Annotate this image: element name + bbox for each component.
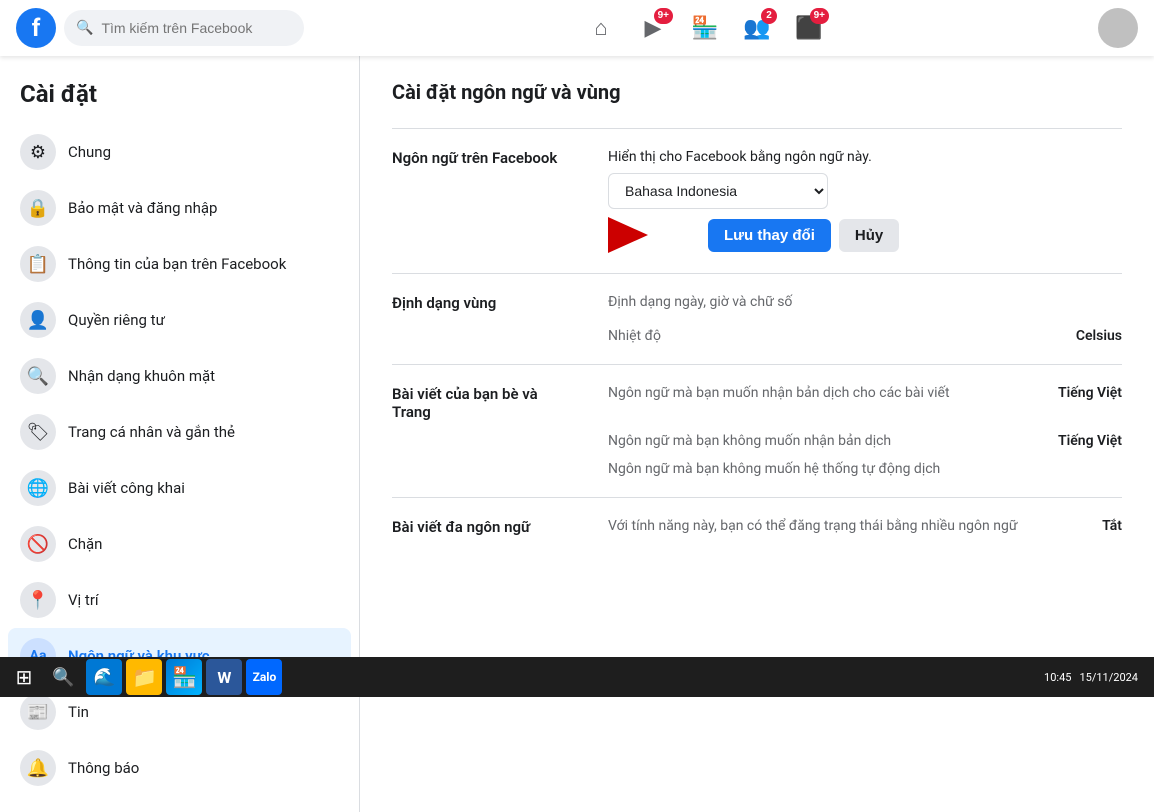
trang-ca-nhan-icon: 🏷 xyxy=(20,414,56,450)
taskbar: ⊞ 🔍 🌊 📁 🏪 W Zalo 10:45 15/11/2024 xyxy=(0,657,1154,697)
nav-icons-group: ⌂ ▶ 9+ 🏪 👥 2 ⬛ 9+ xyxy=(320,4,1090,52)
dinh-dang-vung-label: Định dạng vùng xyxy=(392,294,592,312)
files-icon: 📁 xyxy=(132,665,157,689)
nhan-dang-icon: 🔍 xyxy=(20,358,56,394)
red-arrow-annotation xyxy=(608,217,688,253)
search-icon: 🔍 xyxy=(76,20,93,36)
section-dinh-dang-vung: Định dạng vùng Định dạng ngày, giờ và ch… xyxy=(392,273,1122,364)
bai-viet-ban-be-value: Tiếng Việt xyxy=(1058,385,1122,421)
home-nav-button[interactable]: ⌂ xyxy=(577,4,625,52)
avatar[interactable] xyxy=(1098,8,1138,48)
edge-taskbar-button[interactable]: 🌊 xyxy=(86,659,122,695)
bai-viet-da-ngon-ngu-label: Bài viết đa ngôn ngữ xyxy=(392,518,592,536)
facebook-logo[interactable]: f xyxy=(16,8,56,48)
sidebar-item-bai-viet-cong-khai[interactable]: 🌐 Bài viết công khai xyxy=(8,460,351,516)
bai-viet-ban-be-desc2: Ngôn ngữ mà bạn không muốn nhận bản dịch xyxy=(608,433,1042,449)
video-badge: 9+ xyxy=(654,8,673,24)
sidebar: Cài đặt ⚙ Chung 🔒 Bảo mật và đăng nhập 📋… xyxy=(0,56,360,812)
bao-mat-icon: 🔒 xyxy=(20,190,56,226)
search-bar[interactable]: 🔍 xyxy=(64,10,304,46)
bai-viet-da-ngon-ngu-desc: Với tính năng này, bạn có thể đăng trạng… xyxy=(608,518,1086,534)
bai-viet-da-ngon-ngu-value: Tắt xyxy=(1102,518,1122,534)
sidebar-item-label: Bảo mật và đăng nhập xyxy=(68,199,217,217)
ngon-ngu-hint: Hiển thị cho Facebook bằng ngôn ngữ này. xyxy=(608,149,1122,165)
sidebar-item-trang-ca-nhan[interactable]: 🏷 Trang cá nhân và gắn thẻ xyxy=(8,404,351,460)
start-button[interactable]: ⊞ xyxy=(8,661,40,693)
top-navigation: f 🔍 ⌂ ▶ 9+ 🏪 👥 2 ⬛ 9+ xyxy=(0,0,1154,56)
sidebar-item-label: Vị trí xyxy=(68,591,99,609)
sidebar-item-thong-bao[interactable]: 🔔 Thông báo xyxy=(8,740,351,796)
friends-nav-button[interactable]: 👥 2 xyxy=(733,4,781,52)
bai-viet-ban-be-desc: Ngôn ngữ mà bạn muốn nhận bản dịch cho c… xyxy=(608,385,1042,421)
nav-right xyxy=(1098,8,1138,48)
sidebar-item-label: Chung xyxy=(68,143,111,161)
page-layout: Cài đặt ⚙ Chung 🔒 Bảo mật và đăng nhập 📋… xyxy=(0,56,1154,812)
sidebar-item-chan[interactable]: 🚫 Chặn xyxy=(8,516,351,572)
sidebar-item-label: Quyền riêng tư xyxy=(68,311,165,329)
search-taskbar-icon: 🔍 xyxy=(52,667,74,688)
section-bai-viet-da-ngon-ngu: Bài viết đa ngôn ngữ Với tính năng này, … xyxy=(392,497,1122,556)
marketplace-icon: 🏪 xyxy=(691,15,718,41)
zalo-taskbar-button[interactable]: Zalo xyxy=(246,659,282,695)
section-bai-viet-ban-be: Bài viết của bạn bè và Trang Ngôn ngữ mà… xyxy=(392,364,1122,497)
friends-badge: 2 xyxy=(761,8,777,24)
sidebar-item-label: Thông tin của bạn trên Facebook xyxy=(68,255,286,273)
save-button[interactable]: Lưu thay đổi xyxy=(708,219,831,252)
language-dropdown[interactable]: Bahasa Indonesia Tiếng Việt English (US) xyxy=(608,173,828,209)
zalo-icon: Zalo xyxy=(253,670,277,684)
files-taskbar-button[interactable]: 📁 xyxy=(126,659,162,695)
sidebar-item-label: Trang cá nhân và gắn thẻ xyxy=(68,423,235,441)
ngon-ngu-label: Ngôn ngữ trên Facebook xyxy=(392,149,592,167)
bai-viet-ban-be-value2: Tiếng Việt xyxy=(1058,433,1122,449)
ngon-ngu-content: Hiển thị cho Facebook bằng ngôn ngữ này.… xyxy=(608,149,1122,253)
word-taskbar-button[interactable]: W xyxy=(206,659,242,695)
taskbar-date: 15/11/2024 xyxy=(1079,671,1138,684)
page-title: Cài đặt ngôn ngữ và vùng xyxy=(392,80,1122,104)
sidebar-item-bao-mat[interactable]: 🔒 Bảo mật và đăng nhập xyxy=(8,180,351,236)
section-ngon-ngu: Ngôn ngữ trên Facebook Hiển thị cho Face… xyxy=(392,128,1122,273)
dinh-dang-vung-hint: Định dạng ngày, giờ và chữ số xyxy=(608,294,1106,312)
bai-viet-ban-be-desc3: Ngôn ngữ mà bạn không muốn hệ thống tự đ… xyxy=(608,461,1106,477)
chung-icon: ⚙ xyxy=(20,134,56,170)
sidebar-item-label: Tin xyxy=(68,703,89,721)
thong-bao-icon: 🔔 xyxy=(20,750,56,786)
search-input[interactable] xyxy=(101,20,292,36)
sidebar-item-nhan-dang[interactable]: 🔍 Nhận dạng khuôn mặt xyxy=(8,348,351,404)
vi-tri-icon: 📍 xyxy=(20,582,56,618)
sidebar-item-vi-tri[interactable]: 📍 Vị trí xyxy=(8,572,351,628)
video-nav-button[interactable]: ▶ 9+ xyxy=(629,4,677,52)
sidebar-item-thong-tin[interactable]: 📋 Thông tin của bạn trên Facebook xyxy=(8,236,351,292)
nhiet-do-label: Nhiệt độ xyxy=(608,328,1060,344)
store-taskbar-button[interactable]: 🏪 xyxy=(166,659,202,695)
sidebar-item-label: Nhận dạng khuôn mặt xyxy=(68,367,215,385)
sidebar-item-chung[interactable]: ⚙ Chung xyxy=(8,124,351,180)
sidebar-title: Cài đặt xyxy=(8,72,351,124)
store-icon: 🏪 xyxy=(172,665,197,689)
nhiet-do-value: Celsius xyxy=(1076,328,1122,344)
bai-viet-ban-be-label: Bài viết của bạn bè và Trang xyxy=(392,385,592,421)
taskbar-clock: 10:45 15/11/2024 xyxy=(1044,671,1146,684)
tin-icon: 📰 xyxy=(20,694,56,730)
search-taskbar-button[interactable]: 🔍 xyxy=(44,661,82,693)
sidebar-item-label: Thông báo xyxy=(68,759,139,777)
home-icon: ⌂ xyxy=(594,15,607,41)
marketplace-nav-button[interactable]: 🏪 xyxy=(681,4,729,52)
quyen-rieng-tu-icon: 👤 xyxy=(20,302,56,338)
pages-nav-button[interactable]: ⬛ 9+ xyxy=(785,4,833,52)
edge-icon: 🌊 xyxy=(93,667,115,688)
word-icon: W xyxy=(217,668,231,687)
taskbar-time: 10:45 xyxy=(1044,671,1071,684)
cancel-button[interactable]: Hủy xyxy=(839,219,899,252)
sidebar-item-label: Chặn xyxy=(68,535,102,553)
sidebar-item-quyen-rieng-tu[interactable]: 👤 Quyền riêng tư xyxy=(8,292,351,348)
thong-tin-icon: 📋 xyxy=(20,246,56,282)
bai-viet-cong-khai-icon: 🌐 xyxy=(20,470,56,506)
chan-icon: 🚫 xyxy=(20,526,56,562)
main-content: Cài đặt ngôn ngữ và vùng Ngôn ngữ trên F… xyxy=(360,56,1154,812)
btn-row: Lưu thay đổi Hủy xyxy=(608,217,1122,253)
pages-badge: 9+ xyxy=(810,8,829,24)
sidebar-item-label: Bài viết công khai xyxy=(68,479,185,497)
